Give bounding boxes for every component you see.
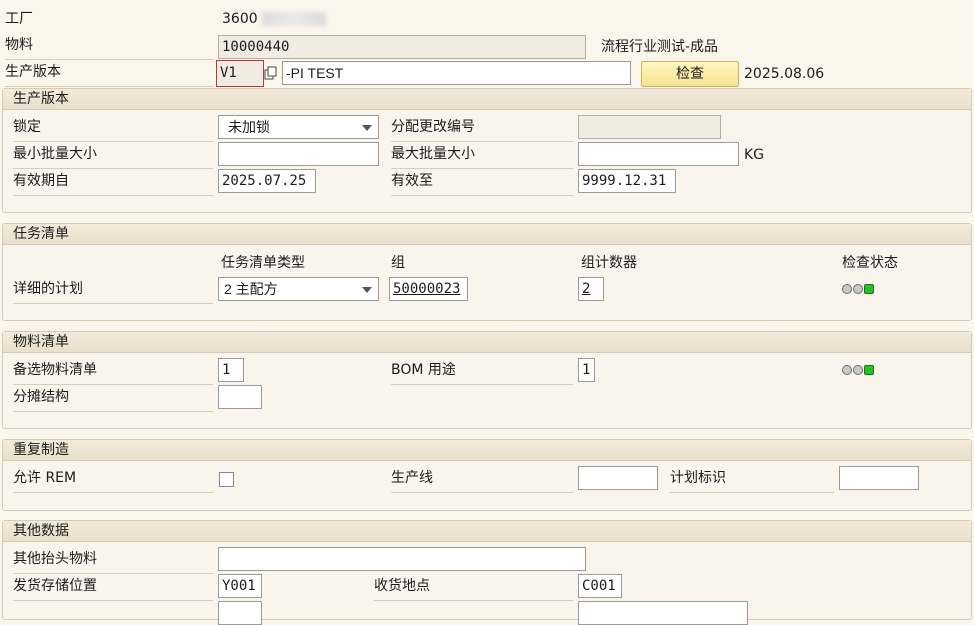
col-group: 组: [391, 255, 405, 271]
allow-rem-checkbox[interactable]: [219, 472, 234, 487]
counter-value: 2: [582, 281, 591, 297]
apportion-label: 分摊结构: [13, 388, 213, 412]
lock-label: 锁定: [13, 118, 213, 142]
plan-id-field[interactable]: [839, 466, 919, 490]
group-title: 重复制造: [3, 440, 971, 461]
production-line-label: 生产线: [391, 469, 573, 493]
group-field[interactable]: 50000023: [389, 277, 468, 301]
alt-bom-label: 备选物料清单: [13, 361, 213, 385]
receiving-point-field[interactable]: C001: [578, 574, 622, 598]
material-description: 流程行业测试-成品: [601, 39, 719, 55]
other-header-material-field[interactable]: [218, 547, 586, 571]
bom-usage-label: BOM 用途: [391, 361, 573, 385]
material-label: 物料: [5, 36, 213, 60]
group-value: 50000023: [393, 281, 461, 297]
min-lot-label: 最小批量大小: [13, 145, 213, 169]
plan-id-label: 计划标识: [670, 469, 834, 493]
chevron-down-icon: [362, 287, 372, 293]
lock-value: 未加锁: [228, 119, 270, 135]
unit-label: KG: [744, 147, 765, 163]
version-field[interactable]: V1: [216, 60, 264, 87]
valid-from-label: 有效期自: [13, 172, 213, 196]
partial-field[interactable]: [578, 601, 748, 625]
lock-dropdown[interactable]: 未加锁: [218, 115, 379, 139]
chevron-down-icon: [362, 125, 372, 131]
version-label: 生产版本: [5, 63, 213, 87]
valid-to-field[interactable]: 9999.12.31: [578, 169, 676, 193]
copy-icon[interactable]: [264, 66, 278, 80]
redacted-plant-name: [262, 12, 326, 26]
group-title: 物料清单: [3, 332, 971, 353]
check-button[interactable]: 检查: [641, 61, 739, 87]
valid-from-field[interactable]: 2025.07.25: [218, 169, 316, 193]
max-lot-label: 最大批量大小: [391, 145, 573, 169]
min-lot-field[interactable]: [218, 142, 379, 166]
group-title: 任务清单: [3, 224, 971, 245]
other-header-material-label: 其他抬头物料: [13, 550, 213, 574]
task-type-value: 2 主配方: [224, 281, 278, 297]
apportion-field[interactable]: [218, 385, 262, 409]
receiving-point-label: 收货地点: [374, 577, 573, 601]
traffic-light-green-icon: [842, 284, 875, 300]
change-no-field[interactable]: [578, 115, 721, 139]
version-text-field[interactable]: -PI TEST: [282, 61, 631, 85]
group-title: 生产版本: [3, 89, 971, 110]
partial-field[interactable]: [218, 601, 262, 625]
traffic-light-green-icon: [842, 365, 875, 381]
material-field[interactable]: 10000440: [218, 35, 586, 59]
valid-to-label: 有效至: [391, 172, 573, 196]
col-check-status: 检查状态: [842, 255, 898, 271]
task-type-dropdown[interactable]: 2 主配方: [218, 277, 379, 301]
alt-bom-field[interactable]: 1: [218, 358, 244, 382]
check-date: 2025.08.06: [744, 66, 825, 82]
plant-value: 3600: [222, 11, 258, 27]
group-title: 其他数据: [3, 521, 971, 542]
production-line-field[interactable]: [578, 466, 658, 490]
issue-storage-label: 发货存储位置: [13, 577, 213, 601]
plant-label: 工厂: [5, 11, 33, 27]
allow-rem-label: 允许 REM: [13, 469, 213, 493]
issue-storage-field[interactable]: Y001: [218, 574, 262, 598]
detailed-plan-label: 详细的计划: [13, 280, 213, 304]
col-counter: 组计数器: [581, 255, 637, 271]
counter-field[interactable]: 2: [578, 277, 604, 301]
change-no-label: 分配更改编号: [391, 118, 573, 142]
bom-usage-field[interactable]: 1: [578, 358, 595, 382]
group-task-list: 任务清单: [2, 223, 972, 321]
col-task-type: 任务清单类型: [221, 255, 305, 271]
max-lot-field[interactable]: [578, 142, 739, 166]
